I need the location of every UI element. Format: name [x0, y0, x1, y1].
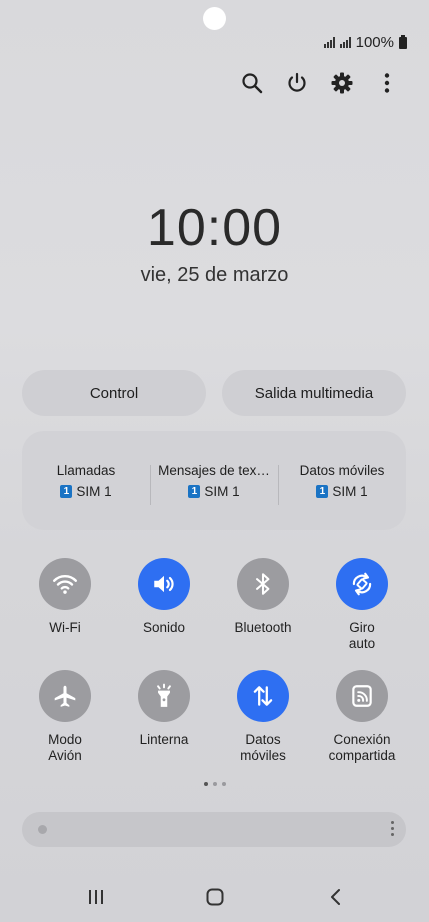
status-bar: 100% — [323, 34, 407, 51]
tile-flashlight: Linterna — [114, 670, 214, 748]
tile-mobile-data: Datos móviles — [213, 670, 313, 764]
power-icon — [288, 72, 306, 92]
tile-bluetooth-label: Bluetooth — [234, 620, 292, 635]
page-dot[interactable] — [221, 782, 226, 786]
sim-1-icon: 1 — [60, 484, 73, 498]
media-output-button[interactable]: Salida multimedia — [222, 370, 406, 416]
back-button[interactable] — [316, 882, 356, 912]
sim-mobile-data-label: Datos móviles — [299, 462, 385, 478]
sim-messages-label: Mensajes de tex… — [158, 462, 270, 478]
tile-airplane-mode-label: Modo Avión — [48, 732, 82, 763]
airplane-icon — [54, 685, 76, 707]
sound-icon — [154, 575, 174, 593]
hotspot-icon — [352, 685, 372, 707]
gear-icon — [331, 72, 353, 94]
clock-date: vie, 25 de marzo — [140, 264, 289, 286]
sim-mobile-data-value: SIM 1 — [332, 483, 368, 499]
bluetooth-toggle[interactable] — [237, 558, 289, 610]
panel-toolbar — [238, 66, 401, 100]
page-dot[interactable] — [212, 782, 217, 786]
sim-1-icon: 1 — [316, 484, 329, 498]
brightness-knob[interactable] — [38, 825, 47, 834]
recent-apps-icon — [89, 890, 103, 904]
wifi-toggle[interactable] — [39, 558, 91, 610]
tile-wifi: Wi-Fi — [15, 558, 115, 636]
brightness-slider[interactable] — [22, 812, 406, 847]
settings-button[interactable] — [328, 66, 356, 100]
tile-hotspot-label: Conexión compartida — [328, 732, 396, 763]
sim-calls-value: SIM 1 — [76, 483, 112, 499]
tile-wifi-label: Wi-Fi — [49, 620, 81, 635]
tile-sound-label: Sonido — [142, 620, 186, 635]
brightness-more-icon[interactable] — [391, 821, 394, 836]
more-vertical-icon — [384, 73, 390, 93]
tile-hotspot: Conexión compartida — [312, 670, 412, 764]
tile-mobile-data-label: Datos móviles — [240, 732, 286, 763]
hotspot-toggle[interactable] — [336, 670, 388, 722]
home-button[interactable] — [195, 882, 235, 912]
more-options-button[interactable] — [373, 66, 401, 100]
sim-messages-value: SIM 1 — [204, 483, 240, 499]
bluetooth-icon — [256, 573, 270, 595]
flashlight-icon — [157, 683, 171, 707]
sound-toggle[interactable] — [138, 558, 190, 610]
clock-time: 10:00 — [146, 199, 283, 257]
front-camera — [203, 7, 226, 30]
wifi-icon — [52, 575, 78, 594]
sim-mobile-data[interactable]: Datos móviles 1 SIM 1 — [278, 462, 406, 505]
mobile-data-icon — [253, 686, 273, 706]
signal-icon — [339, 37, 351, 48]
back-icon — [331, 889, 340, 905]
sim-1-icon: 1 — [188, 484, 201, 498]
tile-bluetooth: Bluetooth — [213, 558, 313, 636]
sim-messages[interactable]: Mensajes de tex… 1 SIM 1 — [150, 462, 278, 505]
navigation-bar — [0, 882, 429, 912]
recent-apps-button[interactable] — [76, 882, 116, 912]
tile-auto-rotate: Giro auto — [312, 558, 412, 652]
control-button[interactable]: Control — [22, 370, 206, 416]
search-button[interactable] — [238, 66, 266, 100]
flashlight-toggle[interactable] — [138, 670, 190, 722]
page-dot[interactable] — [203, 782, 208, 786]
tile-airplane-mode: Modo Avión — [15, 670, 115, 764]
battery-percent: 100% — [355, 34, 394, 51]
auto-rotate-icon — [352, 572, 372, 596]
tile-auto-rotate-label: Giro auto — [348, 620, 376, 651]
airplane-mode-toggle[interactable] — [39, 670, 91, 722]
power-button[interactable] — [283, 66, 311, 100]
auto-rotate-toggle[interactable] — [336, 558, 388, 610]
battery-icon — [399, 34, 407, 49]
sim-calls-label: Llamadas — [56, 462, 116, 478]
page-indicator — [0, 782, 429, 786]
home-icon — [206, 888, 224, 906]
tile-sound: Sonido — [114, 558, 214, 636]
mobile-data-toggle[interactable] — [237, 670, 289, 722]
sim-card-panel: Llamadas 1 SIM 1 Mensajes de tex… 1 SIM 1 … — [22, 431, 406, 530]
tile-flashlight-label: Linterna — [139, 732, 189, 747]
search-icon — [242, 73, 263, 94]
sim-calls[interactable]: Llamadas 1 SIM 1 — [22, 463, 150, 499]
signal-icon — [323, 37, 335, 48]
